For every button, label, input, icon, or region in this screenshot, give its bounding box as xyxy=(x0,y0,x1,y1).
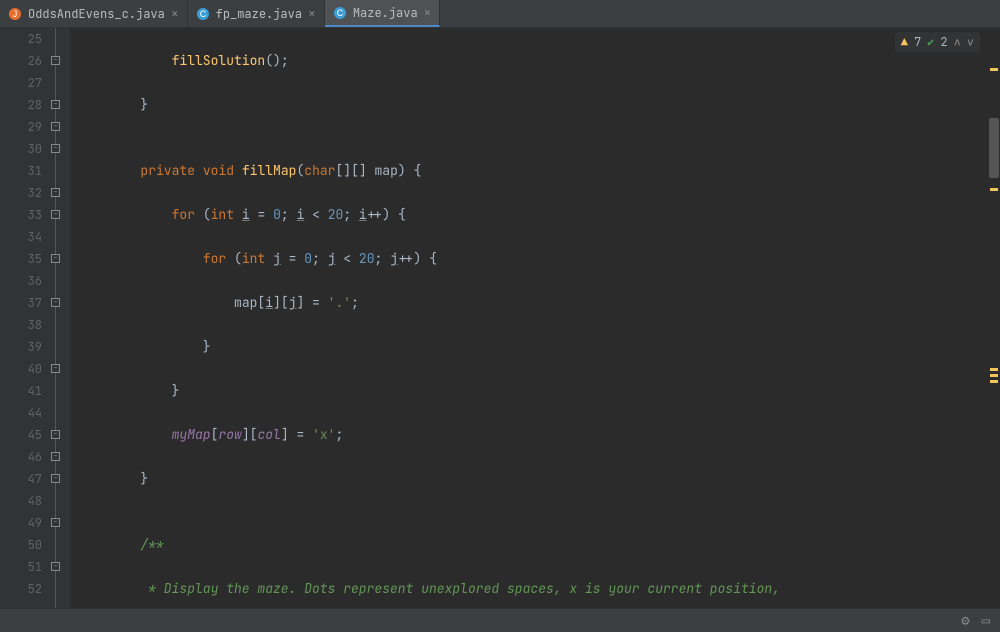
fold-marker[interactable]: − xyxy=(51,364,60,373)
check-count: 2 xyxy=(940,34,947,50)
build-icon[interactable]: ▭ xyxy=(982,612,990,630)
warning-marker[interactable] xyxy=(990,68,998,71)
close-icon[interactable]: × xyxy=(308,5,316,22)
chevron-up-icon[interactable]: ∧ xyxy=(954,34,961,50)
chevron-down-icon[interactable]: ∨ xyxy=(967,34,974,50)
java-class-icon: J xyxy=(8,7,22,21)
fold-marker[interactable]: − xyxy=(51,474,60,483)
line-number: 30 xyxy=(0,138,42,160)
line-number: 47 xyxy=(0,468,42,490)
line-number: 36 xyxy=(0,270,42,292)
code-editor[interactable]: fillSolution(); } private void fillMap(c… xyxy=(70,28,1000,608)
svg-text:C: C xyxy=(337,8,344,18)
inspection-summary[interactable]: ▲ 7 ✔ 2 ∧ ∨ xyxy=(895,32,980,52)
line-number: 51 xyxy=(0,556,42,578)
fold-marker[interactable]: − xyxy=(51,452,60,461)
line-number: 49 xyxy=(0,512,42,534)
line-number: 45 xyxy=(0,424,42,446)
line-number: 27 xyxy=(0,72,42,94)
fold-gutter[interactable]: − − − − − − − − − − − − − − xyxy=(52,28,70,608)
line-number: 40 xyxy=(0,358,42,380)
warning-marker[interactable] xyxy=(990,374,998,377)
svg-text:C: C xyxy=(199,9,206,19)
tab-label: fp_maze.java xyxy=(216,6,302,22)
check-icon: ✔ xyxy=(927,34,934,50)
java-class-icon: C xyxy=(333,6,347,20)
line-number: 25 xyxy=(0,28,42,50)
fold-marker[interactable]: − xyxy=(51,254,60,263)
error-stripe[interactable] xyxy=(988,28,1000,608)
line-number-gutter[interactable]: 25 26 27 28 29 30 31 32 33 34 35 36 37 3… xyxy=(0,28,52,608)
line-number: 37 xyxy=(0,292,42,314)
line-number: 26 xyxy=(0,50,42,72)
warning-marker[interactable] xyxy=(990,368,998,371)
line-number: 35 xyxy=(0,248,42,270)
line-number: 32 xyxy=(0,182,42,204)
status-bar: ⚙ ▭ xyxy=(0,608,1000,632)
editor-area: 25 26 27 28 29 30 31 32 33 34 35 36 37 3… xyxy=(0,28,1000,608)
warning-count: 7 xyxy=(914,34,921,50)
tab-label: Maze.java xyxy=(353,5,418,21)
fold-marker[interactable]: − xyxy=(51,562,60,571)
fold-marker[interactable]: − xyxy=(51,144,60,153)
line-number: 34 xyxy=(0,226,42,248)
line-number: 31 xyxy=(0,160,42,182)
warning-icon: ▲ xyxy=(901,34,908,50)
fold-marker[interactable]: − xyxy=(51,430,60,439)
tab-fp-maze[interactable]: C fp_maze.java × xyxy=(188,0,325,27)
line-number: 33 xyxy=(0,204,42,226)
line-number: 52 xyxy=(0,578,42,600)
line-number: 46 xyxy=(0,446,42,468)
tab-bar: J OddsAndEvens_c.java × C fp_maze.java ×… xyxy=(0,0,1000,28)
close-icon[interactable]: × xyxy=(171,5,179,22)
tab-label: OddsAndEvens_c.java xyxy=(28,6,165,22)
line-number: 29 xyxy=(0,116,42,138)
tab-odds-and-evens[interactable]: J OddsAndEvens_c.java × xyxy=(0,0,188,27)
scrollbar-thumb[interactable] xyxy=(989,118,999,178)
fold-marker[interactable]: − xyxy=(51,122,60,131)
fold-marker[interactable]: − xyxy=(51,100,60,109)
fold-marker[interactable]: − xyxy=(51,188,60,197)
line-number: 48 xyxy=(0,490,42,512)
fold-marker[interactable]: − xyxy=(51,518,60,527)
line-number: 50 xyxy=(0,534,42,556)
fold-marker[interactable]: − xyxy=(51,298,60,307)
line-number: 39 xyxy=(0,336,42,358)
svg-text:J: J xyxy=(13,9,18,19)
gear-icon[interactable]: ⚙ xyxy=(961,612,969,630)
line-number: 38 xyxy=(0,314,42,336)
line-number: 44 xyxy=(0,402,42,424)
fold-marker[interactable]: − xyxy=(51,210,60,219)
line-number: 28 xyxy=(0,94,42,116)
java-class-icon: C xyxy=(196,7,210,21)
close-icon[interactable]: × xyxy=(424,4,432,21)
warning-marker[interactable] xyxy=(990,380,998,383)
fold-marker[interactable]: − xyxy=(51,56,60,65)
warning-marker[interactable] xyxy=(990,188,998,191)
line-number: 41 xyxy=(0,380,42,402)
tab-maze[interactable]: C Maze.java × xyxy=(325,0,441,27)
